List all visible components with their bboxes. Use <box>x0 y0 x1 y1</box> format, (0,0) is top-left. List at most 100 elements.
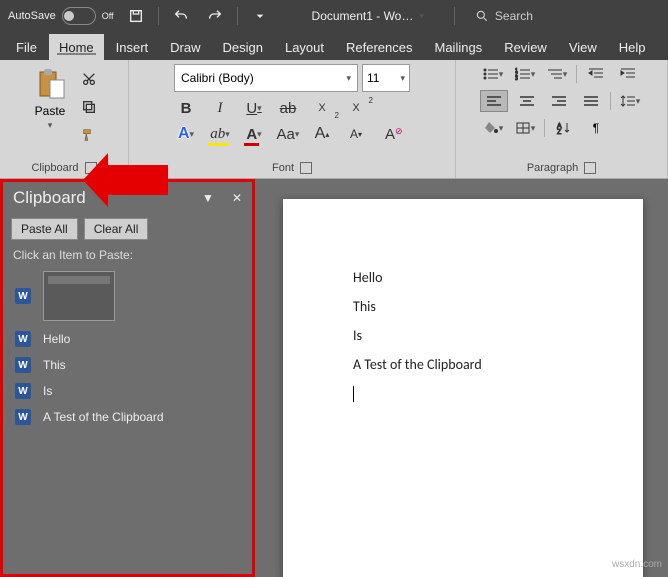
subscript-button[interactable]: X <box>310 98 334 118</box>
menu-help[interactable]: Help <box>609 34 656 60</box>
clipboard-thumbnail <box>43 271 115 321</box>
clipboard-item[interactable]: WThis <box>3 352 252 378</box>
clear-formatting-button[interactable]: A⊘ <box>378 124 402 144</box>
clipboard-item[interactable]: WA Test of the Clipboard <box>3 404 252 430</box>
document-title: Document1 - Wo… <box>312 9 414 23</box>
page[interactable]: Hello This Is A Test of the Clipboard <box>283 199 643 577</box>
bold-button[interactable]: B <box>174 98 198 118</box>
ribbon-group-clipboard: Paste ▾ Clipboard <box>0 60 129 178</box>
show-marks-button[interactable]: ¶ <box>583 118 609 138</box>
align-center-button[interactable] <box>514 91 540 111</box>
numbering-button[interactable]: 123▾ <box>512 64 538 84</box>
paste-label: Paste <box>35 104 66 118</box>
clipboard-hint: Click an Item to Paste: <box>3 244 252 266</box>
paste-button[interactable]: Paste ▾ <box>28 64 72 133</box>
ribbon-group-font: Calibri (Body)▾ 11▾ B I U ▾ ab X X A▾ ab… <box>129 60 456 178</box>
clipboard-group-label: Clipboard <box>31 162 78 174</box>
align-right-button[interactable] <box>546 91 572 111</box>
doc-line: Hello <box>353 269 623 286</box>
autosave-label: AutoSave <box>8 10 56 22</box>
autosave-toggle[interactable]: AutoSave Off <box>8 7 114 25</box>
shading-button[interactable]: ▾ <box>480 118 506 138</box>
justify-button[interactable] <box>578 91 604 111</box>
annotation-arrow <box>108 165 168 195</box>
pane-options-icon[interactable]: ▼ <box>202 191 214 205</box>
text-cursor-icon <box>353 386 354 402</box>
svg-text:3: 3 <box>515 76 518 81</box>
font-group-label: Font <box>272 162 294 174</box>
menu-file[interactable]: File <box>6 34 47 60</box>
font-size-select[interactable]: 11▾ <box>362 64 410 92</box>
titlebar: AutoSave Off Document1 - Wo… ▾ Search <box>0 0 668 32</box>
doc-line: This <box>353 298 623 315</box>
doc-line: Is <box>353 327 623 344</box>
align-left-button[interactable] <box>480 90 508 112</box>
menu-insert[interactable]: Insert <box>106 34 159 60</box>
paragraph-group-label: Paragraph <box>527 162 578 174</box>
menu-draw[interactable]: Draw <box>160 34 210 60</box>
ribbon-group-paragraph: ▾ 123▾ ▾ ▾ ▾ ▾ AZ ¶ <box>456 60 668 178</box>
search-placeholder: Search <box>495 9 533 23</box>
text-effects-button[interactable]: A▾ <box>174 124 198 144</box>
redo-button[interactable] <box>203 4 227 28</box>
menu-references[interactable]: References <box>336 34 422 60</box>
font-color-button[interactable]: A▾ <box>242 124 266 144</box>
pane-close-icon[interactable]: ✕ <box>232 191 242 205</box>
highlight-button[interactable]: ab▾ <box>208 124 232 144</box>
bullets-button[interactable]: ▾ <box>480 64 506 84</box>
font-family-select[interactable]: Calibri (Body)▾ <box>174 64 358 92</box>
paragraph-launcher-icon[interactable] <box>584 162 596 174</box>
borders-button[interactable]: ▾ <box>512 118 538 138</box>
menu-design[interactable]: Design <box>213 34 273 60</box>
superscript-button[interactable]: X <box>344 98 368 118</box>
doc-cursor-line <box>353 385 623 402</box>
clipboard-item[interactable]: WIs <box>3 378 252 404</box>
word-icon: W <box>15 331 31 347</box>
italic-button[interactable]: I <box>208 98 232 118</box>
word-icon: W <box>15 357 31 373</box>
search-box[interactable]: Search <box>475 9 533 23</box>
font-launcher-icon[interactable] <box>300 162 312 174</box>
line-spacing-button[interactable]: ▾ <box>617 91 643 111</box>
clear-all-button[interactable]: Clear All <box>84 218 149 240</box>
document-area[interactable]: Hello This Is A Test of the Clipboard <box>255 179 668 577</box>
chevron-down-icon[interactable]: ▾ <box>419 11 424 22</box>
doc-line: A Test of the Clipboard <box>353 356 623 373</box>
shrink-font-button[interactable]: A▾ <box>344 124 368 144</box>
clipboard-item[interactable]: WHello <box>3 326 252 352</box>
menu-home[interactable]: Home <box>49 34 104 60</box>
multilevel-list-button[interactable]: ▾ <box>544 64 570 84</box>
change-case-button[interactable]: Aa▾ <box>276 124 300 144</box>
clipboard-pane-title: Clipboard <box>13 188 86 208</box>
clipboard-pane: Clipboard ▼ ✕ Paste All Clear All Click … <box>0 179 255 577</box>
decrease-indent-button[interactable] <box>583 64 609 84</box>
chevron-down-icon: ▾ <box>48 120 53 131</box>
word-icon: W <box>15 288 31 304</box>
sort-button[interactable]: AZ <box>551 118 577 138</box>
format-painter-button[interactable] <box>78 124 100 146</box>
save-button[interactable] <box>124 4 148 28</box>
underline-button[interactable]: U ▾ <box>242 98 266 118</box>
menu-mailings[interactable]: Mailings <box>425 34 493 60</box>
increase-indent-button[interactable] <box>615 64 641 84</box>
word-icon: W <box>15 409 31 425</box>
menu-view[interactable]: View <box>559 34 607 60</box>
grow-font-button[interactable]: A▴ <box>310 124 334 144</box>
menu-layout[interactable]: Layout <box>275 34 334 60</box>
word-icon: W <box>15 383 31 399</box>
strikethrough-button[interactable]: ab <box>276 98 300 118</box>
qat-customize-icon[interactable] <box>248 4 272 28</box>
workspace: Clipboard ▼ ✕ Paste All Clear All Click … <box>0 179 668 577</box>
watermark: wsxdn.com <box>612 559 662 570</box>
search-icon <box>475 9 489 23</box>
autosave-state: Off <box>102 11 114 21</box>
menubar: File Home Insert Draw Design Layout Refe… <box>0 32 668 60</box>
cut-button[interactable] <box>78 68 100 90</box>
paste-icon <box>32 66 68 102</box>
svg-text:Z: Z <box>557 129 562 135</box>
clipboard-item[interactable]: W <box>3 266 252 326</box>
paste-all-button[interactable]: Paste All <box>11 218 78 240</box>
copy-button[interactable] <box>78 96 100 118</box>
undo-button[interactable] <box>169 4 193 28</box>
menu-review[interactable]: Review <box>494 34 557 60</box>
